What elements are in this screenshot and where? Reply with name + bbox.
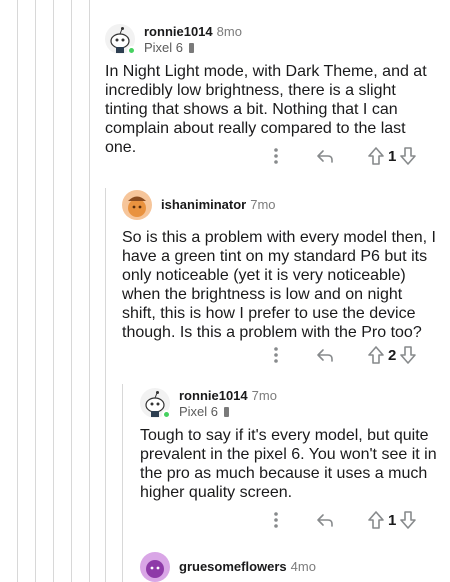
vote-score: 1 [388, 147, 397, 165]
upvote-icon[interactable] [368, 346, 384, 364]
avatar[interactable] [140, 552, 170, 582]
phone-icon [189, 43, 195, 53]
username[interactable]: ishaniminator [161, 197, 246, 212]
avatar[interactable] [140, 388, 171, 419]
flair-text: Pixel 6 [144, 40, 184, 55]
comment: gruesomeflowers 4mo [140, 552, 440, 582]
username[interactable]: gruesomeflowers [179, 559, 287, 574]
flair-text: Pixel 6 [179, 404, 219, 419]
comment: ronnie1014 7mo Pixel 6 Tough to say if it… [140, 388, 440, 502]
comment-actions: 1 [266, 147, 417, 165]
thread-line[interactable] [17, 0, 18, 582]
more-options-icon[interactable] [266, 347, 286, 363]
more-options-icon[interactable] [266, 148, 286, 164]
avatar[interactable] [122, 190, 152, 220]
vote-score: 2 [388, 346, 397, 364]
comment-header: gruesomeflowers 4mo [140, 552, 440, 582]
avatar[interactable] [105, 24, 136, 55]
online-status-icon [162, 410, 171, 419]
thread-line[interactable] [35, 0, 36, 582]
upvote-icon[interactable] [368, 147, 384, 165]
snoo-avatar-icon [140, 552, 170, 582]
more-options-icon[interactable] [266, 512, 286, 528]
online-status-icon [127, 46, 136, 55]
username[interactable]: ronnie1014 [179, 388, 248, 403]
reply-icon[interactable] [316, 513, 334, 527]
comment-body: In Night Light mode, with Dark Theme, an… [105, 63, 427, 156]
comment-body: Tough to say if it's every model, but qu… [140, 427, 437, 501]
phone-icon [224, 407, 230, 417]
thread-line[interactable] [53, 0, 54, 582]
comment-body: So is this a problem with every model th… [122, 229, 436, 341]
username[interactable]: ronnie1014 [144, 24, 213, 39]
timestamp: 8mo [216, 24, 242, 39]
comment-header: ronnie1014 8mo Pixel 6 [105, 24, 435, 58]
thread-line[interactable] [89, 0, 90, 582]
thread-line[interactable] [71, 0, 72, 582]
snoo-avatar-icon [122, 190, 152, 220]
comment-meta: ronnie1014 7mo Pixel 6 [179, 388, 277, 420]
comment-actions: 1 [266, 511, 417, 529]
comment-header: ronnie1014 7mo Pixel 6 [140, 388, 440, 422]
downvote-icon[interactable] [400, 346, 417, 364]
comment-header: ishaniminator 7mo [122, 190, 440, 224]
reply-icon[interactable] [316, 348, 334, 362]
vote-score: 1 [388, 511, 397, 529]
comment: ishaniminator 7mo So is this a problem wi… [122, 190, 440, 342]
thread-line[interactable] [122, 384, 123, 582]
user-flair: Pixel 6 [179, 404, 277, 420]
comment-meta: gruesomeflowers 4mo [179, 552, 316, 575]
downvote-icon[interactable] [400, 147, 417, 165]
reply-icon[interactable] [316, 149, 334, 163]
comment: ronnie1014 8mo Pixel 6 In Night Light mod… [105, 24, 435, 157]
timestamp: 7mo [251, 388, 277, 403]
upvote-icon[interactable] [368, 511, 384, 529]
thread-line[interactable] [105, 188, 106, 582]
comment-actions: 2 [266, 346, 417, 364]
comment-meta: ronnie1014 8mo Pixel 6 [144, 24, 242, 56]
timestamp: 7mo [250, 197, 276, 212]
comment-meta: ishaniminator 7mo [161, 190, 276, 213]
downvote-icon[interactable] [400, 511, 417, 529]
user-flair: Pixel 6 [144, 40, 242, 56]
timestamp: 4mo [290, 559, 316, 574]
